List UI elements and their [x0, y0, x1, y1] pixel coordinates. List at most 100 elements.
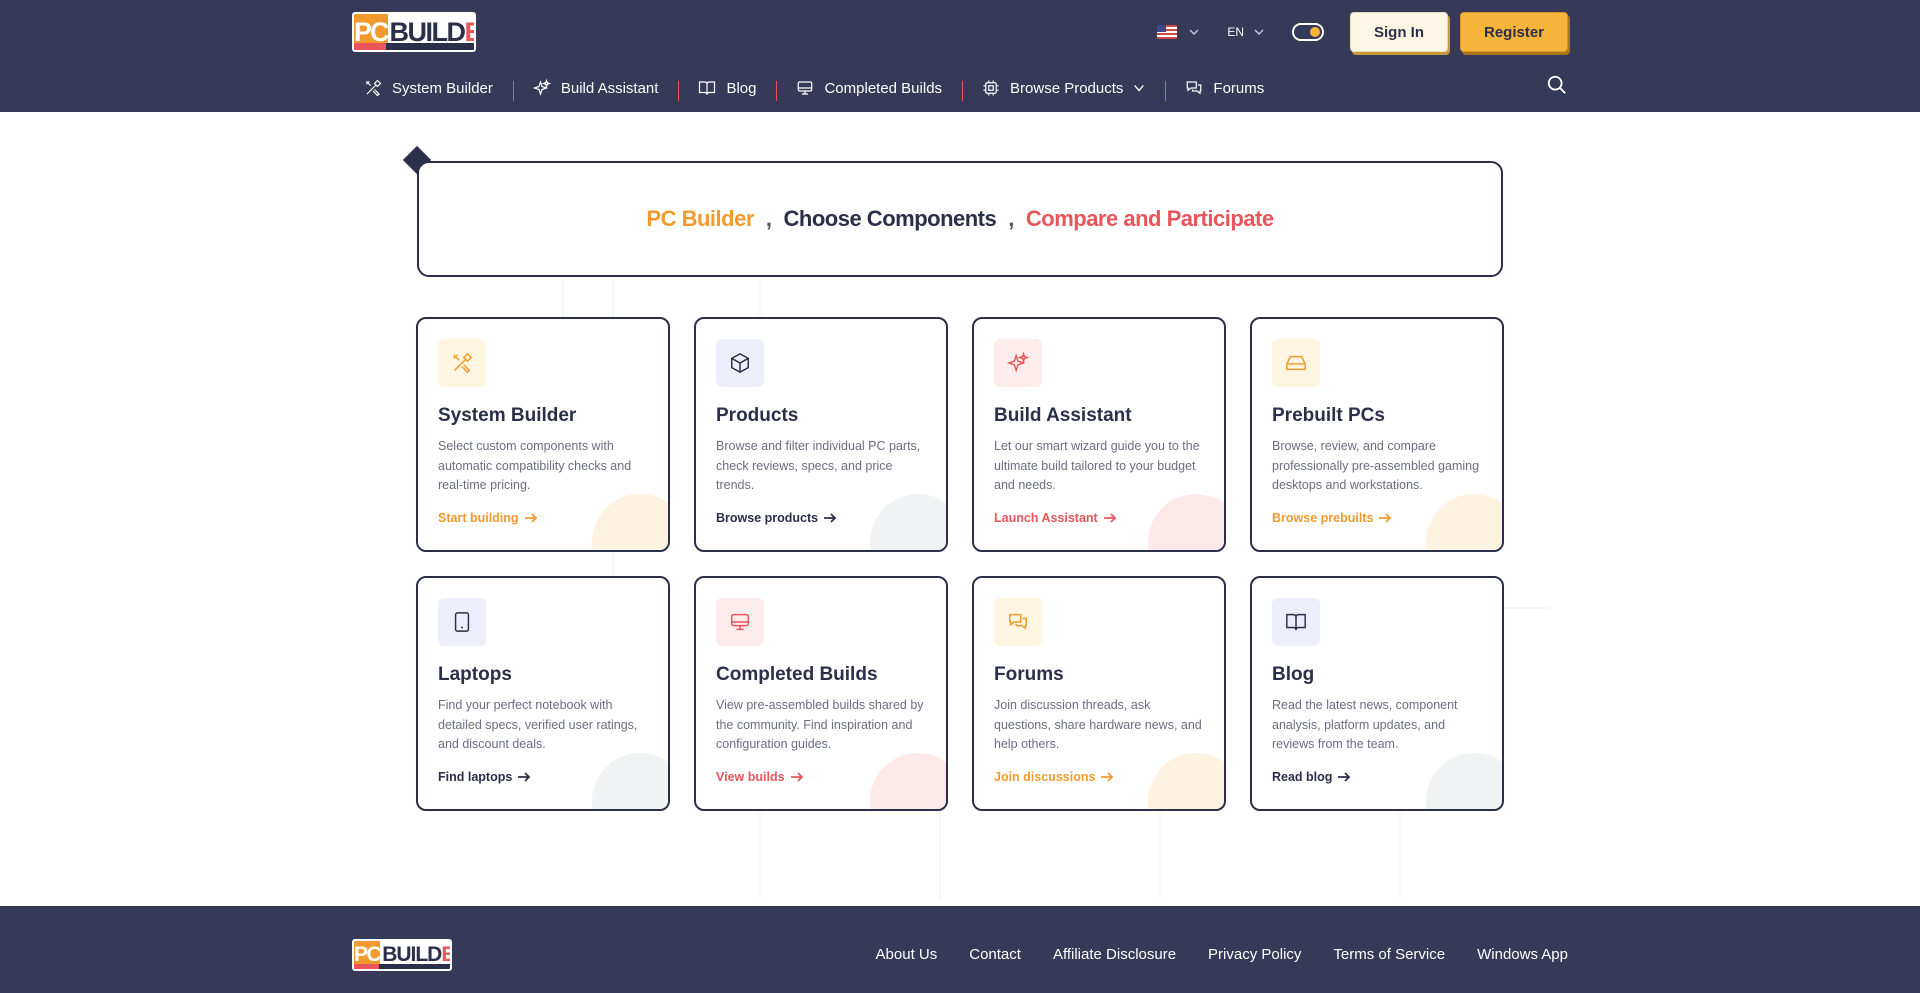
- card-icon-box: [994, 339, 1042, 387]
- site-footer: PC BUILDER About Us Contact Affiliate Di…: [0, 906, 1920, 993]
- footer-logo[interactable]: PC BUILDER: [352, 939, 452, 971]
- nav-label: Forums: [1213, 79, 1265, 97]
- nav-item-build-assistant[interactable]: Build Assistant: [512, 79, 679, 101]
- nav-label: Completed Builds: [824, 79, 943, 97]
- nav-item-browse-products[interactable]: Browse Products: [962, 79, 1165, 101]
- nav-item-system-builder[interactable]: System Builder: [352, 79, 513, 97]
- cpu-icon: [983, 80, 999, 96]
- card-prebuilt-pcs[interactable]: Prebuilt PCs Browse, review, and compare…: [1250, 317, 1504, 552]
- card-laptops[interactable]: Laptops Find your perfect notebook with …: [416, 576, 670, 811]
- card-link-label: Find laptops: [438, 770, 513, 784]
- nav-label: Browse Products: [1010, 79, 1124, 97]
- header-actions: EN Sign In Register: [1157, 12, 1568, 52]
- card-link-label: Browse prebuilts: [1272, 511, 1374, 525]
- footer-link-terms-of-service[interactable]: Terms of Service: [1333, 946, 1445, 963]
- card-description: View pre-assembled builds shared by the …: [716, 698, 924, 751]
- logo-bar-red: [354, 964, 379, 969]
- chevron-down-icon: [1134, 84, 1145, 92]
- card-link-browse-prebuilts[interactable]: Browse prebuilts: [1272, 511, 1482, 525]
- card-description: Find your perfect notebook with detailed…: [438, 698, 638, 751]
- box-icon: [731, 352, 749, 374]
- card-link-join-discussions[interactable]: Join discussions: [994, 770, 1204, 784]
- nav-label: System Builder: [392, 79, 493, 97]
- card-title: Forums: [994, 664, 1064, 685]
- card-description: Read the latest news, component analysis…: [1272, 698, 1458, 751]
- book-icon: [1286, 613, 1306, 631]
- arrow-right-icon: [1101, 772, 1114, 782]
- arrow-right-icon: [518, 772, 531, 782]
- card-link-label: Browse products: [716, 511, 819, 525]
- card-description: Select custom components with automatic …: [438, 439, 632, 492]
- footer-link-about-us[interactable]: About Us: [876, 946, 938, 963]
- card-link-label: Launch Assistant: [994, 511, 1098, 525]
- card-description: Browse, review, and compare professional…: [1272, 439, 1480, 492]
- language-selector[interactable]: EN: [1227, 25, 1244, 39]
- hero-banner: PC Builder , Choose Components , Compare…: [417, 161, 1503, 277]
- nav-item-forums[interactable]: Forums: [1165, 79, 1284, 101]
- card-title: Products: [716, 405, 799, 426]
- card-link-start-building[interactable]: Start building: [438, 511, 648, 525]
- book-icon: [699, 81, 716, 95]
- tools-icon: [365, 79, 382, 97]
- card-icon-box: [716, 598, 764, 646]
- us-flag-icon[interactable]: [1157, 25, 1178, 39]
- hero-text-compare: Compare and Participate: [1025, 206, 1274, 231]
- card-products[interactable]: Products Browse and filter individual PC…: [694, 317, 948, 552]
- arrow-right-icon: [1338, 772, 1351, 782]
- nav-item-completed-builds[interactable]: Completed Builds: [776, 79, 962, 101]
- logo-build-text: BUILD: [382, 943, 442, 966]
- card-link-read-blog[interactable]: Read blog: [1272, 770, 1482, 784]
- arrow-right-icon: [1379, 513, 1392, 523]
- footer-link-contact[interactable]: Contact: [969, 946, 1021, 963]
- card-blog[interactable]: Blog Read the latest news, component ana…: [1250, 576, 1504, 811]
- hero-separator: ,: [765, 206, 772, 231]
- register-button[interactable]: Register: [1460, 12, 1568, 52]
- card-link-launch-assistant[interactable]: Launch Assistant: [994, 511, 1204, 525]
- logo-bar-dark: [386, 43, 474, 50]
- card-description: Join discussion threads, ask questions, …: [994, 698, 1202, 751]
- tablet-icon: [454, 612, 470, 632]
- sign-in-button[interactable]: Sign In: [1350, 12, 1448, 52]
- sparkles-icon: [1007, 352, 1029, 373]
- feature-cards: System Builder Select custom components …: [416, 317, 1504, 811]
- hero-text-pc-builder: PC Builder: [646, 206, 754, 231]
- card-title: Prebuilt PCs: [1272, 405, 1385, 426]
- arrow-right-icon: [524, 513, 537, 523]
- footer-link-windows-app[interactable]: Windows App: [1477, 946, 1568, 963]
- card-icon-box: [438, 339, 486, 387]
- hero-separator: ,: [1008, 206, 1014, 231]
- search-icon[interactable]: [1546, 74, 1568, 96]
- card-system-builder[interactable]: System Builder Select custom components …: [416, 317, 670, 552]
- card-title: Build Assistant: [994, 405, 1132, 426]
- tools-icon: [453, 352, 473, 374]
- card-link-view-builds[interactable]: View builds: [716, 770, 926, 784]
- card-link-find-laptops[interactable]: Find laptops: [438, 770, 648, 784]
- footer-link-affiliate-disclosure[interactable]: Affiliate Disclosure: [1053, 946, 1176, 963]
- chevron-down-icon[interactable]: [1187, 25, 1201, 39]
- chat-icon: [1009, 613, 1027, 630]
- card-link-label: Start building: [438, 511, 519, 525]
- card-icon-box: [1272, 339, 1320, 387]
- arrow-right-icon: [1103, 513, 1117, 523]
- card-build-assistant[interactable]: Build Assistant Let our smart wizard gui…: [972, 317, 1226, 552]
- logo-bar-dark: [379, 964, 450, 969]
- footer-link-privacy-policy[interactable]: Privacy Policy: [1208, 946, 1301, 963]
- theme-toggle[interactable]: [1292, 23, 1324, 41]
- logo-bar-red: [354, 43, 386, 50]
- footer-links: About Us Contact Affiliate Disclosure Pr…: [844, 946, 1568, 963]
- site-logo[interactable]: PC BUILDER: [352, 12, 476, 52]
- card-icon-box: [438, 598, 486, 646]
- arrow-right-icon: [790, 772, 803, 782]
- card-forums[interactable]: Forums Join discussion threads, ask ques…: [972, 576, 1226, 811]
- card-title: Blog: [1272, 664, 1315, 685]
- card-title: Completed Builds: [716, 664, 878, 685]
- chevron-down-icon[interactable]: [1252, 25, 1266, 39]
- hard-drive-icon: [1286, 355, 1306, 371]
- monitor-icon: [731, 613, 749, 631]
- card-title: System Builder: [438, 405, 577, 426]
- card-description: Let our smart wizard guide you to the ul…: [994, 439, 1200, 492]
- nav-item-blog[interactable]: Blog: [678, 79, 776, 101]
- card-link-browse-products[interactable]: Browse products: [716, 511, 926, 525]
- card-completed-builds[interactable]: Completed Builds View pre-assembled buil…: [694, 576, 948, 811]
- card-icon-box: [994, 598, 1042, 646]
